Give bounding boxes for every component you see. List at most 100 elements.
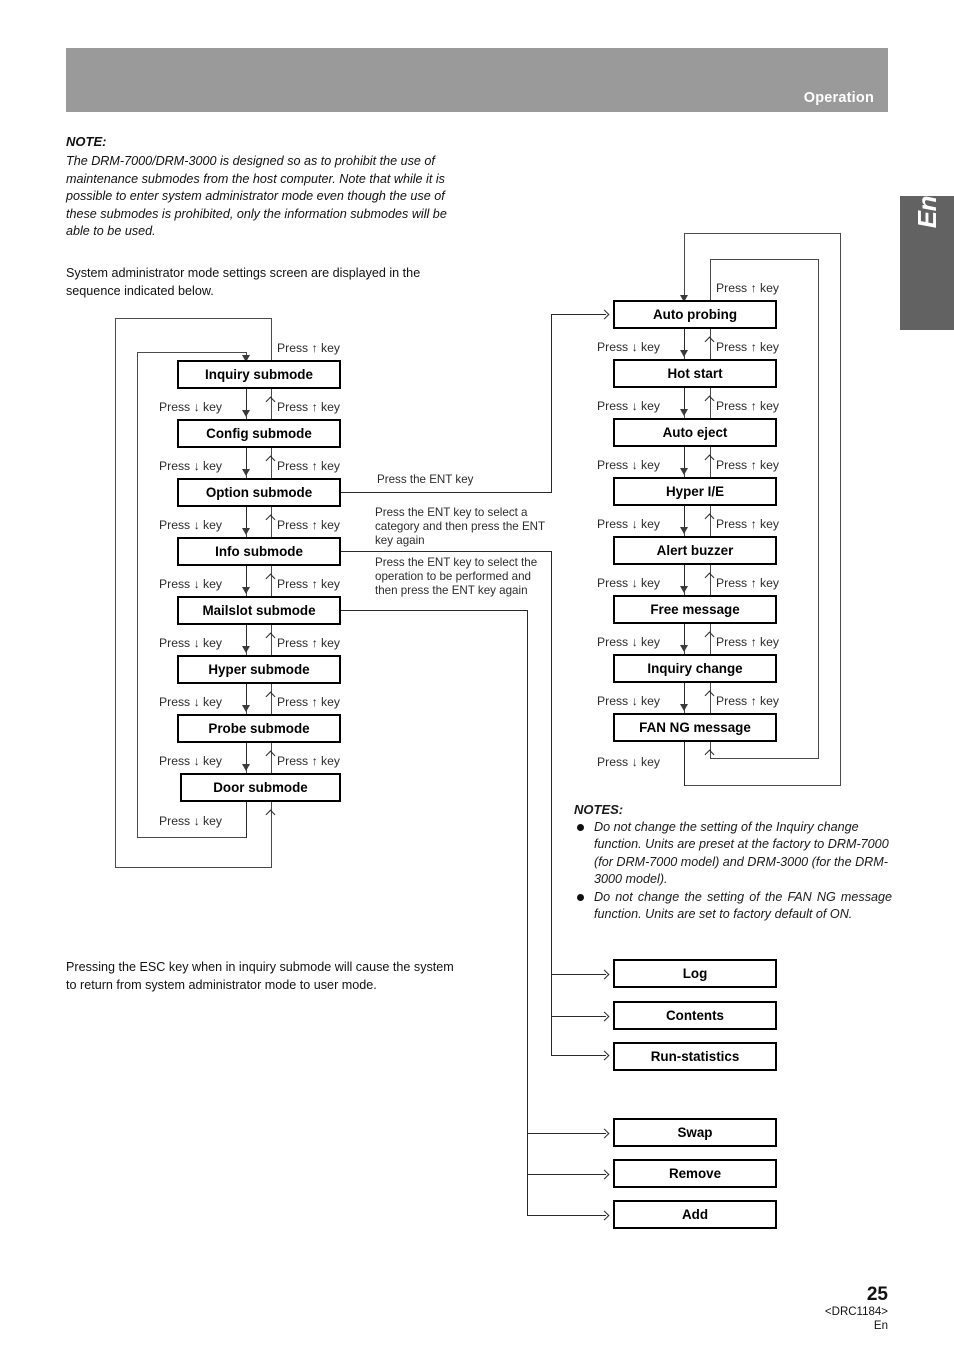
note-heading: NOTE: (66, 134, 107, 149)
language-tab-label: English (911, 137, 942, 229)
esc-key-note-text: Pressing the ESC key when in inquiry sub… (66, 960, 454, 992)
node-option-submode[interactable]: Option submode (177, 478, 341, 507)
node-add[interactable]: Add (613, 1200, 777, 1229)
bullet-icon (577, 894, 584, 902)
right-press-down-label-7: Press ↓ key (597, 694, 660, 708)
left-inner-loop-top-edge (137, 352, 247, 353)
node-config-submode[interactable]: Config submode (177, 419, 341, 448)
left-press-up-label-4: Press ↑ key (277, 577, 340, 591)
right-up-arrow-7 (704, 690, 715, 701)
left-press-down-label-2: Press ↓ key (159, 459, 222, 473)
info-branch-vertical (551, 551, 552, 1055)
node-auto-probing[interactable]: Auto probing (613, 300, 777, 329)
right-press-down-label-8: Press ↓ key (597, 755, 660, 769)
page-header-bar: Operation (66, 48, 888, 112)
node-info-submode[interactable]: Info submode (177, 537, 341, 566)
mailslot-group-link-3 (527, 1215, 606, 1216)
right-outer-loop-top-edge (684, 233, 841, 234)
right-inner-loop-top-edge (710, 259, 819, 260)
mailslot-group-arrow-1 (599, 1128, 610, 1139)
mailslot-group-link-2 (527, 1174, 606, 1175)
left-up-arrow-1 (265, 396, 276, 407)
note-item-1: Do not change the setting of the Inquiry… (574, 819, 892, 888)
node-hot-start[interactable]: Hot start (613, 359, 777, 388)
left-press-down-label-7: Press ↓ key (159, 754, 222, 768)
note-item-2: Do not change the setting of the FAN NG … (574, 889, 892, 924)
left-press-up-label-7: Press ↑ key (277, 754, 340, 768)
left-press-up-label-3: Press ↑ key (277, 518, 340, 532)
ent-annotation-2: Press the ENT key to select a category a… (375, 506, 545, 548)
right-press-down-label-2: Press ↓ key (597, 399, 660, 413)
info-group-arrow-3 (599, 1050, 610, 1061)
node-mailslot-submode[interactable]: Mailslot submode (177, 596, 341, 625)
info-group-arrow-1 (599, 969, 610, 980)
right-link-down-arrow-2 (680, 409, 688, 416)
right-up-arrow-3 (704, 454, 715, 465)
page-number: 25 (866, 1284, 888, 1305)
node-probe-submode[interactable]: Probe submode (177, 714, 341, 743)
right-up-arrow-1 (704, 336, 715, 347)
page-footer: 25 <DRC1184> En (825, 1285, 888, 1333)
document-code: <DRC1184> (824, 1306, 888, 1318)
left-outer-loop-left-edge (115, 318, 116, 868)
info-branch-horizontal (341, 551, 551, 552)
left-press-down-label-8: Press ↓ key (159, 814, 222, 828)
note-item-2-text: Do not change the setting of the FAN NG … (594, 890, 892, 922)
notes-block: NOTES: Do not change the setting of the … (574, 802, 892, 925)
left-inner-loop-left-edge (137, 352, 138, 838)
node-contents[interactable]: Contents (613, 1001, 777, 1030)
node-hyper-ie[interactable]: Hyper I/E (613, 477, 777, 506)
mailslot-group-arrow-3 (599, 1210, 610, 1221)
node-inquiry-change[interactable]: Inquiry change (613, 654, 777, 683)
language-code: En (873, 1320, 888, 1332)
page-header-title: Operation (803, 90, 874, 106)
right-press-up-label-6: Press ↑ key (716, 635, 779, 649)
notes-heading: NOTES: (574, 802, 624, 817)
node-fan-ng-message[interactable]: FAN NG message (613, 713, 777, 742)
info-group-arrow-2 (599, 1011, 610, 1022)
option-branch-vertical (551, 314, 552, 493)
sequence-intro-text: System administrator mode settings scree… (66, 266, 421, 298)
node-free-message[interactable]: Free message (613, 595, 777, 624)
left-up-arrow-6 (265, 691, 276, 702)
left-press-down-label-6: Press ↓ key (159, 695, 222, 709)
node-inquiry-submode[interactable]: Inquiry submode (177, 360, 341, 389)
left-press-up-label-1: Press ↑ key (277, 400, 340, 414)
left-link-down-8 (246, 802, 247, 838)
node-swap[interactable]: Swap (613, 1118, 777, 1147)
node-log[interactable]: Log (613, 959, 777, 988)
node-door-submode[interactable]: Door submode (180, 773, 341, 802)
right-link-down-arrow-6 (680, 645, 688, 652)
bullet-icon (577, 824, 584, 831)
mailslot-branch-vertical (527, 610, 528, 1215)
left-up-arrow-4 (265, 573, 276, 584)
right-link-down-arrow-5 (680, 586, 688, 593)
left-up-arrow-7 (265, 750, 276, 761)
mailslot-group-arrow-2 (599, 1169, 610, 1180)
right-link-down-8 (684, 742, 685, 786)
left-link-down-arrow-3 (242, 528, 250, 535)
left-press-up-label-6: Press ↑ key (277, 695, 340, 709)
node-auto-eject[interactable]: Auto eject (613, 418, 777, 447)
node-remove[interactable]: Remove (613, 1159, 777, 1188)
left-press-down-label-4: Press ↓ key (159, 577, 222, 591)
left-link-down-arrow-1 (242, 410, 250, 417)
right-press-up-label-3: Press ↑ key (716, 458, 779, 472)
right-link-down-arrow-3 (680, 468, 688, 475)
left-link-down-arrow-2 (242, 469, 250, 476)
node-alert-buzzer[interactable]: Alert buzzer (613, 536, 777, 565)
left-link-down-arrow-6 (242, 705, 250, 712)
right-press-down-label-1: Press ↓ key (597, 340, 660, 354)
node-run-statistics[interactable]: Run-statistics (613, 1042, 777, 1071)
right-press-down-label-4: Press ↓ key (597, 517, 660, 531)
option-branch-horizontal (341, 492, 551, 493)
language-tab-english: English (900, 138, 954, 330)
right-up-arrow-2 (704, 395, 715, 406)
option-branch-to-autoprobing (551, 314, 606, 315)
right-link-down-arrow-1 (680, 350, 688, 357)
left-top-press-up-label: Press ↑ key (277, 341, 340, 355)
option-branch-arrowhead (599, 309, 610, 320)
node-hyper-submode[interactable]: Hyper submode (177, 655, 341, 684)
left-up-arrow-5 (265, 632, 276, 643)
mailslot-group-link-1 (527, 1133, 606, 1134)
